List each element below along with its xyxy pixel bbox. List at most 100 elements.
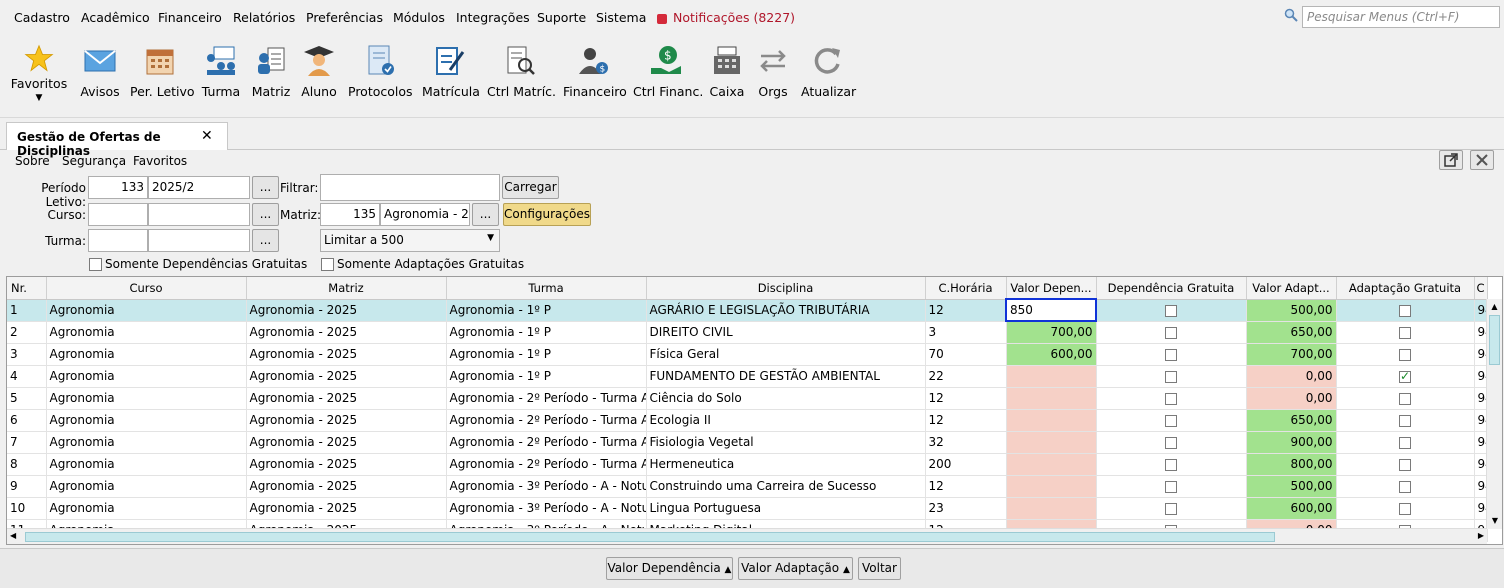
cell-disciplina[interactable]: AGRÁRIO E LEGISLAÇÃO TRIBUTÁRIA: [646, 299, 926, 322]
cell-carga-horaria[interactable]: 12: [925, 299, 1007, 322]
table-row[interactable]: 1 Agronomia Agronomia - 2025 Agronomia - 1º…: [7, 298, 1488, 322]
cell-valor-adaptacao[interactable]: 650,00: [1246, 409, 1337, 432]
cell-turma[interactable]: Agronomia - 3º Período - A - Notur...: [446, 475, 647, 498]
dependencia-gratuita-checkbox[interactable]: [1165, 392, 1177, 405]
scroll-right-icon[interactable]: ▶: [1478, 531, 1484, 540]
scroll-down-icon[interactable]: ▼: [1487, 513, 1502, 529]
cell-adaptacao-gratuita[interactable]: [1336, 343, 1475, 366]
cell-matriz[interactable]: Agronomia - 2025: [246, 497, 447, 520]
turma-code-input[interactable]: [88, 229, 148, 252]
cell-nr[interactable]: 3: [7, 343, 47, 366]
toolbar-matricula-button[interactable]: Matrícula: [422, 44, 480, 99]
curso-code-input[interactable]: [88, 203, 148, 226]
toolbar-ctrl-financ-button[interactable]: $ Ctrl Financ.: [633, 44, 703, 99]
cell-valor-dependencia[interactable]: [1006, 409, 1097, 432]
adaptacao-gratuita-checkbox[interactable]: [1399, 348, 1411, 361]
cell-nr[interactable]: 7: [7, 431, 47, 454]
cell-matriz[interactable]: Agronomia - 2025: [246, 475, 447, 498]
cell-dependencia-gratuita[interactable]: [1096, 453, 1247, 476]
popout-icon[interactable]: [1439, 150, 1463, 170]
cell-turma[interactable]: Agronomia - 2º Período - Turma A: [446, 409, 647, 432]
cell-valor-adaptacao[interactable]: 500,00: [1246, 475, 1337, 498]
adaptacoes-gratuitas-checkbox[interactable]: [321, 258, 334, 271]
cell-turma[interactable]: Agronomia - 3º Período - A - Notur...: [446, 497, 647, 520]
cell-dependencia-gratuita[interactable]: [1096, 475, 1247, 498]
toolbar-financeiro-button[interactable]: $ Financeiro: [563, 44, 627, 99]
periodo-code-input[interactable]: 133: [88, 176, 148, 199]
adaptacao-gratuita-checkbox[interactable]: [1399, 304, 1411, 317]
menu-preferencias[interactable]: Preferências: [306, 10, 383, 25]
cell-nr[interactable]: 2: [7, 321, 47, 344]
vertical-scrollbar[interactable]: ▲ ▼: [1486, 299, 1502, 529]
cell-matriz[interactable]: Agronomia - 2025: [246, 431, 447, 454]
cell-disciplina[interactable]: Lingua Portuguesa: [646, 497, 926, 520]
toolbar-atualizar-button[interactable]: Atualizar: [801, 44, 856, 99]
col-valor-dependencia-header[interactable]: Valor Depen...: [1006, 277, 1097, 300]
submenu-seguranca[interactable]: Segurança: [62, 154, 126, 168]
cell-curso[interactable]: Agronomia: [46, 321, 247, 344]
cell-adaptacao-gratuita[interactable]: [1336, 409, 1475, 432]
turma-name-input[interactable]: [148, 229, 250, 252]
cell-turma[interactable]: Agronomia - 1º P: [446, 321, 647, 344]
col-matriz-header[interactable]: Matriz: [246, 277, 447, 300]
dependencias-gratuitas-checkbox[interactable]: [89, 258, 102, 271]
cell-matriz[interactable]: Agronomia - 2025: [246, 387, 447, 410]
col-carga-horaria-header[interactable]: C.Horária: [925, 277, 1007, 300]
menu-cadastro[interactable]: Cadastro: [14, 10, 70, 25]
menu-integracoes[interactable]: Integrações: [456, 10, 530, 25]
cell-carga-horaria[interactable]: 3: [925, 321, 1007, 344]
curso-name-input[interactable]: [148, 203, 250, 226]
adaptacao-gratuita-checkbox[interactable]: [1399, 502, 1411, 515]
cell-valor-dependencia[interactable]: [1006, 365, 1097, 388]
cell-matriz[interactable]: Agronomia - 2025: [246, 409, 447, 432]
configuracoes-button[interactable]: Configurações: [503, 203, 591, 226]
cell-dependencia-gratuita[interactable]: [1096, 343, 1247, 366]
dependencia-gratuita-checkbox[interactable]: [1165, 370, 1177, 383]
table-row[interactable]: 10 Agronomia Agronomia - 2025 Agronomia - 3…: [7, 497, 1488, 520]
cell-valor-dependencia[interactable]: 700,00: [1006, 321, 1097, 344]
cell-nr[interactable]: 4: [7, 365, 47, 388]
notifications-link[interactable]: Notificações (8227): [657, 10, 795, 25]
cell-adaptacao-gratuita[interactable]: [1336, 365, 1475, 388]
adaptacao-gratuita-checkbox[interactable]: [1399, 326, 1411, 339]
col-nr-header[interactable]: Nr.: [7, 277, 47, 300]
table-row[interactable]: 9 Agronomia Agronomia - 2025 Agronomia - 3º…: [7, 475, 1488, 498]
adaptacao-gratuita-checkbox[interactable]: [1399, 436, 1411, 449]
cell-disciplina[interactable]: Hermeneutica: [646, 453, 926, 476]
cell-carga-horaria[interactable]: 12: [925, 387, 1007, 410]
cell-carga-horaria[interactable]: 12: [925, 409, 1007, 432]
menu-academico[interactable]: Acadêmico: [81, 10, 150, 25]
cell-valor-adaptacao[interactable]: 900,00: [1246, 431, 1337, 454]
cell-nr[interactable]: 9: [7, 475, 47, 498]
toolbar-per-letivo-button[interactable]: Per. Letivo: [130, 44, 195, 99]
cell-curso[interactable]: Agronomia: [46, 431, 247, 454]
table-row[interactable]: 7 Agronomia Agronomia - 2025 Agronomia - 2º…: [7, 431, 1488, 454]
cell-valor-adaptacao[interactable]: 0,00: [1246, 387, 1337, 410]
dependencia-gratuita-checkbox[interactable]: [1165, 458, 1177, 471]
toolbar-favoritos-button[interactable]: Favoritos ▼: [10, 44, 68, 103]
cell-disciplina[interactable]: Ecologia II: [646, 409, 926, 432]
search-menus-input[interactable]: Pesquisar Menus (Ctrl+F): [1302, 6, 1500, 28]
col-extra-header[interactable]: C: [1474, 277, 1488, 300]
menu-suporte[interactable]: Suporte: [537, 10, 586, 25]
tab-gestao-ofertas[interactable]: Gestão de Ofertas de Disciplinas ✕: [6, 122, 228, 158]
toolbar-ctrl-matric-button[interactable]: Ctrl Matríc.: [487, 44, 556, 99]
menu-financeiro[interactable]: Financeiro: [158, 10, 222, 25]
periodo-name-input[interactable]: 2025/2: [148, 176, 250, 199]
adaptacao-gratuita-checkbox[interactable]: [1399, 369, 1411, 383]
dependencia-gratuita-checkbox[interactable]: [1165, 414, 1177, 427]
close-window-icon[interactable]: [1470, 150, 1494, 170]
cell-nr[interactable]: 1: [7, 299, 47, 322]
toolbar-avisos-button[interactable]: Avisos: [80, 44, 120, 99]
close-icon[interactable]: ✕: [201, 128, 213, 144]
submenu-favoritos[interactable]: Favoritos: [133, 154, 187, 168]
cell-adaptacao-gratuita[interactable]: [1336, 475, 1475, 498]
cell-carga-horaria[interactable]: 70: [925, 343, 1007, 366]
dependencia-gratuita-checkbox[interactable]: [1165, 326, 1177, 339]
voltar-button[interactable]: Voltar: [858, 557, 901, 580]
cell-turma[interactable]: Agronomia - 1º P: [446, 365, 647, 388]
toolbar-protocolos-button[interactable]: Protocolos: [348, 44, 413, 99]
cell-valor-adaptacao[interactable]: 600,00: [1246, 497, 1337, 520]
cell-valor-dependencia[interactable]: 600,00: [1006, 343, 1097, 366]
matriz-browse-button[interactable]: ...: [472, 203, 499, 226]
